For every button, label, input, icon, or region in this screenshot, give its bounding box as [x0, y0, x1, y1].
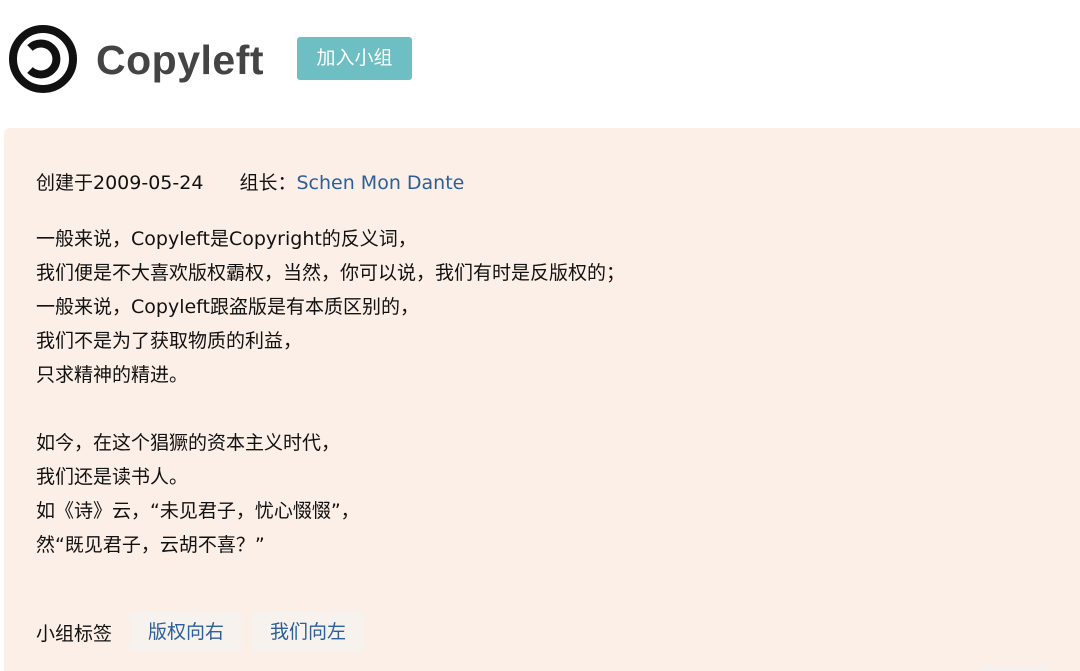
card-footer-edge: [980, 665, 1050, 671]
owner-label: 组长：: [239, 172, 297, 194]
group-tags: 小组标签 版权向右 我们向左: [36, 612, 374, 652]
intro-paragraph: 一般来说，Copyleft是Copyright的反义词， 我们便是不大喜欢版权霸…: [36, 222, 625, 392]
group-info-card: 创建于2009-05-24 组长：Schen Mon Dante 一般来说，Co…: [4, 128, 1080, 671]
intro-line: 一般来说，Copyleft跟盗版是有本质区别的，: [36, 296, 419, 318]
intro-line: 如今，在这个猖獗的资本主义时代，: [36, 432, 341, 454]
intro-paragraph: 如今，在这个猖獗的资本主义时代， 我们还是读书人。 如《诗》云，“未见君子，忧心…: [36, 426, 625, 562]
tag-link[interactable]: 版权向右: [130, 612, 243, 652]
copyleft-icon: [9, 25, 77, 93]
group-intro: 一般来说，Copyleft是Copyright的反义词， 我们便是不大喜欢版权霸…: [36, 222, 625, 596]
join-group-button[interactable]: 加入小组: [297, 37, 412, 80]
created-date: 创建于2009-05-24: [36, 172, 204, 194]
intro-line: 我们便是不大喜欢版权霸权，当然，你可以说，我们有时是反版权的；: [36, 262, 626, 284]
intro-line: 如《诗》云，“未见君子，忧心惙惙”，: [36, 500, 360, 522]
group-meta: 创建于2009-05-24 组长：Schen Mon Dante: [36, 168, 464, 198]
intro-line: 然“既见君子，云胡不喜？”: [36, 534, 265, 556]
group-header: Copyleft 加入小组: [0, 0, 1080, 120]
intro-line: 只求精神的精进。: [36, 364, 189, 386]
tags-label: 小组标签: [36, 622, 113, 645]
tag-link[interactable]: 我们向左: [252, 612, 365, 652]
intro-line: 一般来说，Copyleft是Copyright的反义词，: [36, 228, 417, 250]
intro-line: 我们还是读书人。: [36, 466, 189, 488]
owner-link[interactable]: Schen Mon Dante: [296, 172, 464, 194]
group-title: Copyleft: [96, 37, 264, 83]
intro-line: 我们不是为了获取物质的利益，: [36, 330, 303, 352]
